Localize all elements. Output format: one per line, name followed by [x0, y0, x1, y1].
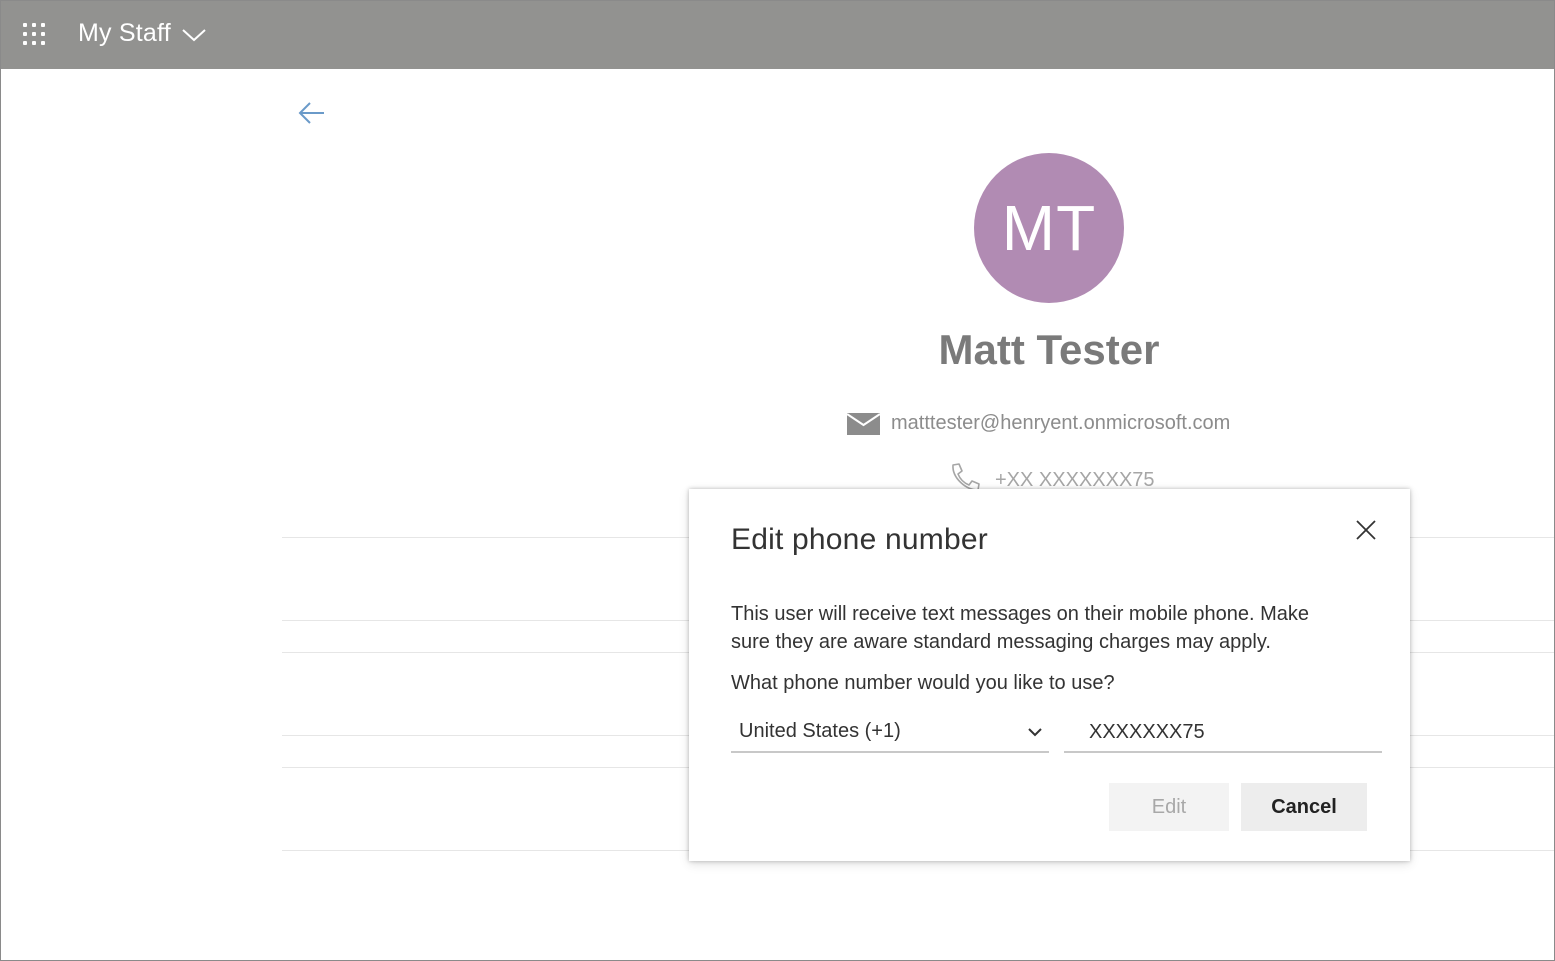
mail-icon	[847, 413, 880, 435]
phone-question-label: What phone number would you like to use?	[731, 672, 1115, 694]
app-launcher-icon[interactable]	[23, 23, 45, 45]
avatar: MT	[974, 153, 1124, 303]
country-code-value: United States (+1)	[739, 720, 901, 742]
dialog-message: This user will receive text messages on …	[731, 603, 1310, 653]
arrow-left-icon[interactable]	[297, 99, 327, 127]
chevron-down-icon	[1028, 728, 1042, 737]
cancel-button[interactable]: Cancel	[1241, 783, 1367, 831]
country-code-dropdown[interactable]: United States (+1)	[731, 713, 1049, 753]
dialog-title: Edit phone number	[731, 523, 988, 556]
phone-icon	[952, 463, 980, 491]
close-icon[interactable]	[1355, 519, 1377, 541]
top-bar: My Staff	[0, 0, 1555, 69]
app-title[interactable]: My Staff	[78, 19, 171, 48]
user-name: Matt Tester	[938, 326, 1160, 373]
email-text: matttester@henryent.onmicrosoft.com	[891, 412, 1231, 434]
phone-number-input[interactable]	[1064, 713, 1382, 753]
chevron-down-icon[interactable]	[181, 24, 207, 46]
edit-phone-dialog: Edit phone number This user will receive…	[689, 489, 1410, 861]
edit-button[interactable]: Edit	[1109, 783, 1229, 831]
